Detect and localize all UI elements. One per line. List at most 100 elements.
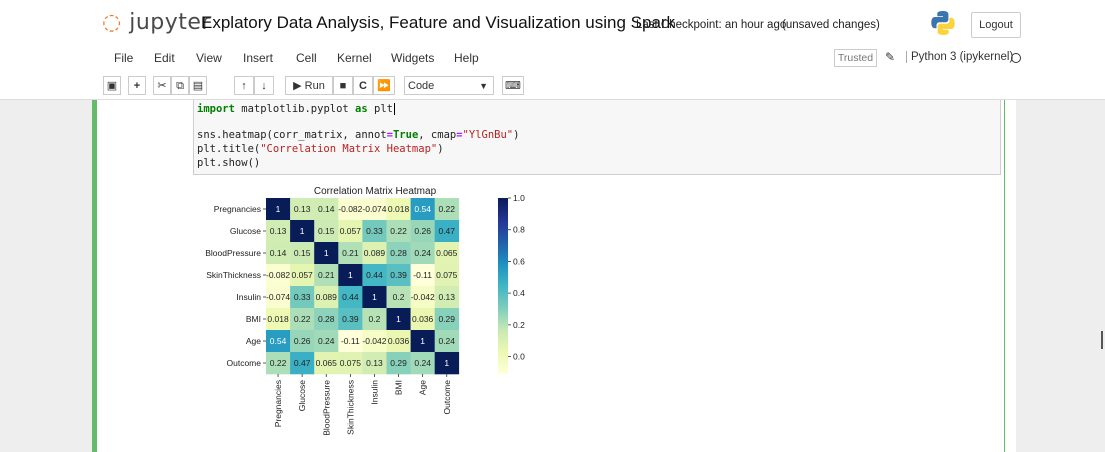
jupyter-logo[interactable]: ◌ jupyter — [102, 10, 211, 35]
heatmap-annotation: 0.39 — [390, 270, 407, 280]
save-icon[interactable]: ▣ — [103, 76, 121, 95]
heatmap-annotation: 0.036 — [412, 314, 434, 324]
heatmap-annotation: 0.057 — [292, 270, 314, 280]
cell-type-value: Code — [408, 80, 435, 92]
heatmap-annotation: 0.39 — [342, 314, 359, 324]
menu-kernel[interactable]: Kernel — [337, 51, 372, 65]
run-button[interactable]: ▶ Run — [285, 76, 333, 95]
heatmap-annotation: 1 — [420, 336, 425, 346]
notebook-title[interactable]: Explatory Data Analysis, Feature and Vis… — [201, 13, 675, 33]
heatmap-annotation: 0.089 — [364, 248, 386, 258]
colorbar-tick-label: 0.2 — [513, 320, 525, 330]
code-line-1: import matplotlib.pyplot as plt — [197, 103, 395, 115]
heatmap-annotation: 0.13 — [438, 292, 455, 302]
heatmap-annotation: 0.54 — [414, 204, 431, 214]
chevron-down-icon: ▼ — [479, 81, 488, 91]
heatmap-annotation: 0.24 — [414, 248, 431, 258]
menu-file[interactable]: File — [114, 51, 133, 65]
heatmap-annotation: 0.018 — [388, 204, 410, 214]
menu-insert[interactable]: Insert — [243, 51, 273, 65]
keyboard-icon[interactable]: ⌨ — [502, 76, 524, 95]
x-tick-label: SkinThickness — [345, 380, 355, 435]
copy-icon[interactable]: ⧉ — [171, 76, 189, 95]
fast-forward-icon[interactable]: ⏩ — [373, 76, 395, 95]
heatmap-annotation: 0.24 — [414, 358, 431, 368]
y-tick-label: Insulin — [236, 292, 261, 302]
heatmap-annotation: 0.54 — [270, 336, 287, 346]
heatmap-chart: 1 0.13 0.14 -0.082 -0.074 0.018 0.54 0.220.13 1 0… — [205, 186, 525, 436]
menu-cell[interactable]: Cell — [296, 51, 317, 65]
pencil-icon[interactable]: ✎ — [885, 50, 895, 64]
y-tick-label: Pregnancies — [214, 204, 261, 214]
cell-selection-bar — [92, 100, 97, 452]
heatmap-annotation: 0.15 — [294, 248, 311, 258]
heatmap-annotation: 0.2 — [393, 292, 405, 302]
paste-icon[interactable]: ▤ — [189, 76, 207, 95]
heatmap-annotation: 1 — [276, 204, 281, 214]
restart-icon[interactable]: C — [353, 76, 373, 95]
y-tick-label: Outcome — [227, 358, 262, 368]
colorbar-tick-label: 0.0 — [513, 352, 525, 362]
heatmap-annotation: -0.074 — [362, 204, 386, 214]
y-tick-label: Glucose — [230, 226, 261, 236]
chart-title: Correlation Matrix Heatmap — [314, 186, 437, 197]
y-tick-label: BloodPressure — [205, 248, 261, 258]
colorbar: 0.0 0.2 0.4 0.6 0.8 1.0 — [498, 193, 525, 374]
heatmap-annotation: 1 — [444, 358, 449, 368]
heatmap-annotation: 0.28 — [390, 248, 407, 258]
heatmap-annotation: 0.29 — [390, 358, 407, 368]
heatmap-annotation: 0.44 — [342, 292, 359, 302]
heatmap-annotation: 0.22 — [294, 314, 311, 324]
plus-icon[interactable]: + — [128, 76, 146, 95]
heatmap-annotation: 0.057 — [340, 226, 362, 236]
stop-icon[interactable]: ■ — [333, 76, 353, 95]
trusted-indicator[interactable]: Trusted — [834, 49, 877, 67]
x-tick-label: Age — [418, 380, 428, 395]
heatmap-annotation: 0.29 — [438, 314, 455, 324]
heatmap-annotation: 0.21 — [318, 270, 335, 280]
y-tick-label: SkinThickness — [206, 270, 261, 280]
kernel-status-icon — [1011, 53, 1021, 63]
heatmap-annotation: -0.11 — [413, 270, 432, 280]
x-tick-labels: Pregnancies Glucose BloodPressure SkinThick… — [273, 374, 452, 436]
menu-view[interactable]: View — [196, 51, 222, 65]
heatmap-annotation: -0.11 — [341, 336, 360, 346]
heatmap-annotation: 0.2 — [369, 314, 381, 324]
run-icon: ▶ — [293, 80, 302, 92]
code-line-2: sns.heatmap(corr_matrix, annot=True, cma… — [197, 129, 520, 141]
cut-icon[interactable]: ✂ — [153, 76, 171, 95]
menu-edit[interactable]: Edit — [154, 51, 175, 65]
x-tick-label: BloodPressure — [321, 380, 331, 436]
colorbar-tick-label: 0.8 — [513, 225, 525, 235]
heatmap-annotation: 1 — [396, 314, 401, 324]
menu-widgets[interactable]: Widgets — [391, 51, 434, 65]
cell-type-select[interactable]: Code ▼ — [404, 76, 494, 95]
heatmap-annotation: 1 — [348, 270, 353, 280]
y-tick-label: BMI — [246, 314, 261, 324]
x-tick-label: Pregnancies — [273, 380, 283, 427]
heatmap-annotation: 0.065 — [436, 248, 458, 258]
cell-border — [1004, 100, 1005, 452]
kernel-name[interactable]: Python 3 (ipykernel) — [906, 51, 1013, 63]
heatmap-annotation: 0.26 — [414, 226, 431, 236]
heatmap-annotation: 0.036 — [388, 336, 410, 346]
heatmap-annotation: 0.075 — [340, 358, 362, 368]
run-label: Run — [304, 80, 325, 92]
heatmap-annotation: 0.13 — [294, 204, 311, 214]
heatmap-annotation: -0.074 — [266, 292, 290, 302]
heatmap-annotation: 0.22 — [270, 358, 287, 368]
heatmap-annotation: 1 — [324, 248, 329, 258]
heatmap-annotation: 0.018 — [267, 314, 289, 324]
heatmap-annotation: 0.075 — [436, 270, 458, 280]
menu-help[interactable]: Help — [454, 51, 479, 65]
scrollbar-thumb[interactable] — [1101, 331, 1103, 349]
logout-button[interactable]: Logout — [971, 12, 1021, 38]
colorbar-gradient — [498, 198, 508, 374]
heatmap-annotation: 0.44 — [366, 270, 383, 280]
heatmap-annotation: 0.47 — [294, 358, 311, 368]
colorbar-tick-label: 0.6 — [513, 256, 525, 266]
heatmap-annotation: 0.24 — [438, 336, 455, 346]
arrow-up-icon[interactable]: ↑ — [234, 76, 254, 95]
arrow-down-icon[interactable]: ↓ — [254, 76, 274, 95]
unsaved-status: (unsaved changes) — [782, 19, 880, 31]
